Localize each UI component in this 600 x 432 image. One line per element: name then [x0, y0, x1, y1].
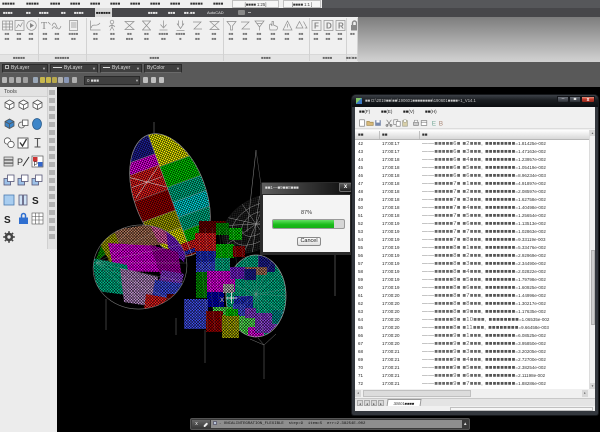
svg-text:T: T: [41, 21, 47, 32]
svg-text:F: F: [314, 22, 319, 31]
svg-text:B: B: [439, 120, 443, 127]
svg-text:D: D: [326, 22, 332, 31]
svg-text:R: R: [338, 22, 344, 31]
svg-text:X: X: [220, 298, 224, 304]
svg-text:E: E: [432, 120, 436, 127]
svg-text:S: S: [4, 215, 11, 226]
svg-text:P: P: [34, 161, 38, 168]
svg-text:S: S: [32, 196, 39, 207]
svg-text:P: P: [17, 157, 23, 167]
